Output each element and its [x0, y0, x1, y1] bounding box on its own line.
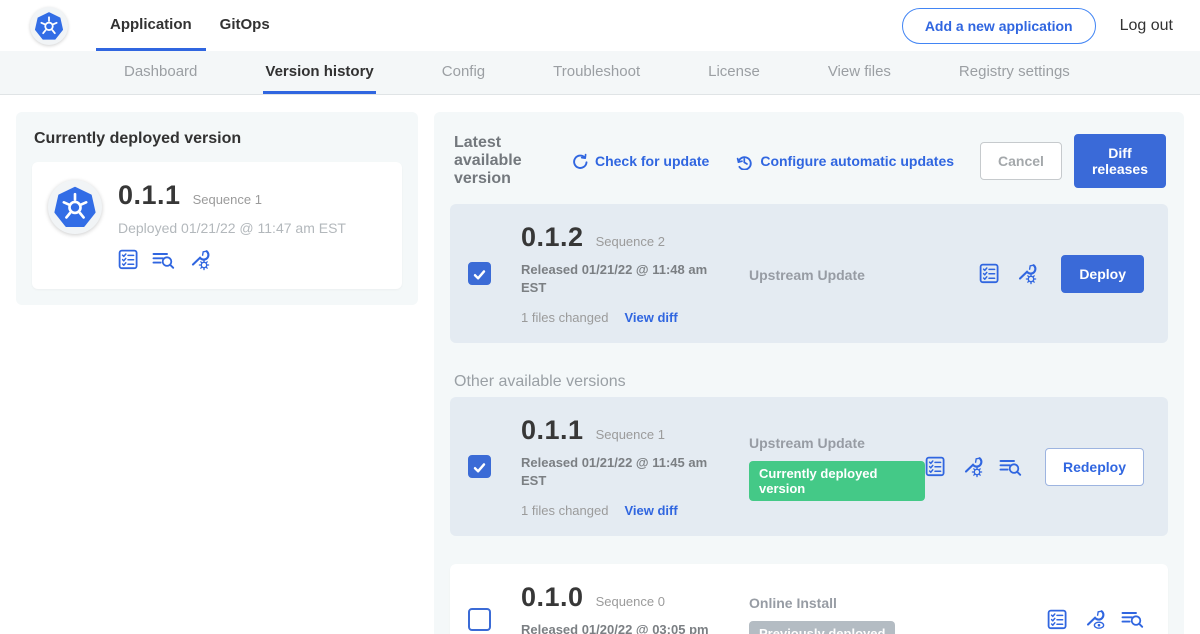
- tab-gitops[interactable]: GitOps: [206, 0, 284, 51]
- app-logo[interactable]: [30, 7, 68, 45]
- deploy-button[interactable]: Deploy: [1061, 255, 1144, 293]
- deployed-version-actions: [118, 248, 346, 271]
- deploy-logs-icon[interactable]: [999, 457, 1022, 477]
- version-source: Upstream Update: [749, 265, 979, 283]
- subnav-registry-settings[interactable]: Registry settings: [957, 51, 1072, 94]
- config-gear-icon[interactable]: [1015, 262, 1038, 285]
- deployed-version-number: 0.1.1: [118, 180, 181, 211]
- kubernetes-icon: [53, 185, 97, 229]
- logout-button[interactable]: Log out: [1120, 17, 1173, 35]
- config-gear-icon[interactable]: [961, 455, 984, 478]
- version-history-page: Currently deployed version 0.1.1 Sequenc…: [0, 95, 1200, 634]
- check-for-update-link[interactable]: Check for update: [571, 153, 709, 170]
- version-details: 0.1.2 Sequence 2 Released 01/21/22 @ 11:…: [521, 222, 749, 325]
- source-label: Upstream Update: [749, 267, 979, 283]
- currently-deployed-title: Currently deployed version: [32, 128, 402, 148]
- version-row: 0.1.1 Sequence 1 Released 01/21/22 @ 11:…: [450, 397, 1168, 536]
- checkmark-icon: [472, 460, 487, 474]
- subnav-version-history[interactable]: Version history: [263, 51, 375, 94]
- schedule-update-icon: [735, 153, 753, 170]
- version-actions: Deploy: [979, 255, 1144, 293]
- sequence-label: Sequence 1: [596, 427, 665, 442]
- deployed-version-info: 0.1.1 Sequence 1 Deployed 01/21/22 @ 11:…: [118, 180, 346, 271]
- version-row: 0.1.0 Sequence 0 Released 01/20/22 @ 03:…: [450, 564, 1168, 634]
- version-number: 0.1.0: [521, 582, 584, 613]
- subnav-license[interactable]: License: [706, 51, 762, 94]
- redeploy-button[interactable]: Redeploy: [1045, 448, 1144, 486]
- currently-deployed-badge: Currently deployed version: [749, 461, 925, 501]
- sequence-label: Sequence 0: [596, 594, 665, 609]
- tab-gitops-label: GitOps: [220, 16, 270, 33]
- previously-deployed-badge: Previously deployed: [749, 621, 895, 634]
- tab-application[interactable]: Application: [96, 0, 206, 51]
- other-versions-title: Other available versions: [454, 373, 1164, 391]
- source-label: Online Install: [749, 595, 1047, 611]
- subnav-dashboard[interactable]: Dashboard: [122, 51, 199, 94]
- view-diff-link[interactable]: View diff: [624, 503, 677, 518]
- files-changed-label: 1 files changed: [521, 310, 608, 325]
- released-timestamp: Released 01/21/22 @ 11:45 am EST: [521, 454, 721, 489]
- configure-automatic-updates-label: Configure automatic updates: [760, 153, 954, 169]
- preflight-checklist-icon[interactable]: [979, 263, 1000, 284]
- released-timestamp: Released 01/20/22 @ 03:05 pm EST: [521, 621, 721, 634]
- version-checkbox[interactable]: [468, 608, 491, 631]
- version-source: Upstream Update Currently deployed versi…: [749, 433, 925, 501]
- files-changed-label: 1 files changed: [521, 503, 608, 518]
- view-diff-link[interactable]: View diff: [624, 310, 677, 325]
- latest-version-header: Latest available version Check for updat…: [450, 128, 1168, 188]
- cancel-button[interactable]: Cancel: [980, 142, 1062, 180]
- version-number: 0.1.2: [521, 222, 584, 253]
- version-source: Online Install Previously deployed: [749, 593, 1047, 634]
- version-checkbox[interactable]: [468, 455, 491, 478]
- version-number: 0.1.1: [521, 415, 584, 446]
- check-for-update-label: Check for update: [595, 153, 709, 169]
- diff-releases-button[interactable]: Diff releases: [1074, 134, 1166, 188]
- latest-version-title: Latest available version: [454, 134, 553, 188]
- app-icon-badge: [48, 180, 102, 234]
- version-actions: Redeploy: [925, 448, 1144, 486]
- subnav-config[interactable]: Config: [440, 51, 487, 94]
- preflight-checklist-icon[interactable]: [118, 249, 139, 270]
- top-nav: Application GitOps Add a new application…: [0, 0, 1200, 51]
- preflight-checklist-icon[interactable]: [925, 456, 946, 477]
- checkmark-icon: [472, 267, 487, 281]
- deploy-logs-icon[interactable]: [1121, 609, 1144, 629]
- tab-application-label: Application: [110, 16, 192, 33]
- version-actions: [1047, 608, 1144, 631]
- configure-automatic-updates-link[interactable]: Configure automatic updates: [735, 153, 954, 170]
- subnav-view-files[interactable]: View files: [826, 51, 893, 94]
- topnav-spacer: [284, 0, 902, 51]
- deployed-sequence-label: Sequence 1: [193, 192, 262, 207]
- add-new-application-button[interactable]: Add a new application: [902, 8, 1096, 44]
- preflight-checklist-icon[interactable]: [1047, 609, 1068, 630]
- version-details: 0.1.1 Sequence 1 Released 01/21/22 @ 11:…: [521, 415, 749, 518]
- kubernetes-icon: [34, 11, 64, 41]
- deployed-timestamp: Deployed 01/21/22 @ 11:47 am EST: [118, 220, 346, 236]
- version-details: 0.1.0 Sequence 0 Released 01/20/22 @ 03:…: [521, 582, 749, 634]
- currently-deployed-panel: Currently deployed version 0.1.1 Sequenc…: [16, 112, 418, 305]
- source-label: Upstream Update: [749, 435, 925, 451]
- config-view-icon[interactable]: [1083, 608, 1106, 631]
- subnav-troubleshoot[interactable]: Troubleshoot: [551, 51, 642, 94]
- app-subnav: Dashboard Version history Config Trouble…: [0, 51, 1200, 95]
- deploy-logs-icon[interactable]: [152, 250, 175, 270]
- config-gear-icon[interactable]: [188, 248, 211, 271]
- version-row: 0.1.2 Sequence 2 Released 01/21/22 @ 11:…: [450, 204, 1168, 343]
- available-versions-panel: Latest available version Check for updat…: [434, 112, 1184, 634]
- deployed-version-card: 0.1.1 Sequence 1 Deployed 01/21/22 @ 11:…: [32, 162, 402, 289]
- refresh-icon: [571, 153, 588, 170]
- released-timestamp: Released 01/21/22 @ 11:48 am EST: [521, 261, 721, 296]
- version-checkbox[interactable]: [468, 262, 491, 285]
- sequence-label: Sequence 2: [596, 234, 665, 249]
